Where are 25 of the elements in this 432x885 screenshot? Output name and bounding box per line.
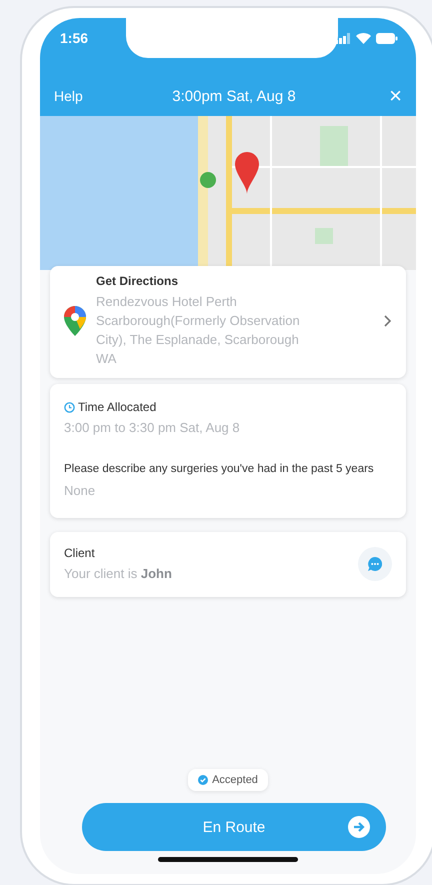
close-button[interactable]: ×: [385, 85, 406, 107]
help-link[interactable]: Help: [54, 88, 83, 104]
directions-title: Get Directions: [96, 274, 180, 288]
header-title: 3:00pm Sat, Aug 8: [172, 88, 296, 104]
signal-icon: [335, 33, 351, 44]
map-pin-icon: [64, 306, 86, 336]
answer-text: None: [64, 483, 96, 498]
question-text: Please describe any surgeries you've had in the past 5 years: [64, 462, 375, 477]
clock-icon: [64, 402, 75, 412]
en-route-button[interactable]: En Route: [82, 803, 386, 851]
time-value: 3:00 pm to 3:30 pm Sat, Aug 8: [64, 420, 241, 435]
chat-button[interactable]: [358, 546, 392, 580]
client-text: Your client is John: [64, 566, 172, 581]
time-label: Time Allocated: [78, 400, 156, 414]
address-text: Rendezvous Hotel Perth Scarborough(Formerly Observation City), The Esplanade, Scarborough WA: [96, 293, 301, 368]
wifi-icon: [356, 33, 371, 44]
battery-icon: [376, 33, 398, 44]
chevron-right-icon: [384, 315, 392, 327]
arrow-right-icon: [348, 816, 370, 838]
status-time: 1:56: [60, 30, 88, 46]
client-label: Client: [64, 546, 96, 560]
chat-icon: [368, 556, 382, 570]
directions-card[interactable]: Get Directions Rendezvous Hotel Perth Scarborough(Formerly Observation City), The Esplanade, Scarborough WA: [50, 266, 406, 378]
status-badge: Accepted: [188, 769, 268, 791]
check-circle-icon: [198, 775, 208, 785]
